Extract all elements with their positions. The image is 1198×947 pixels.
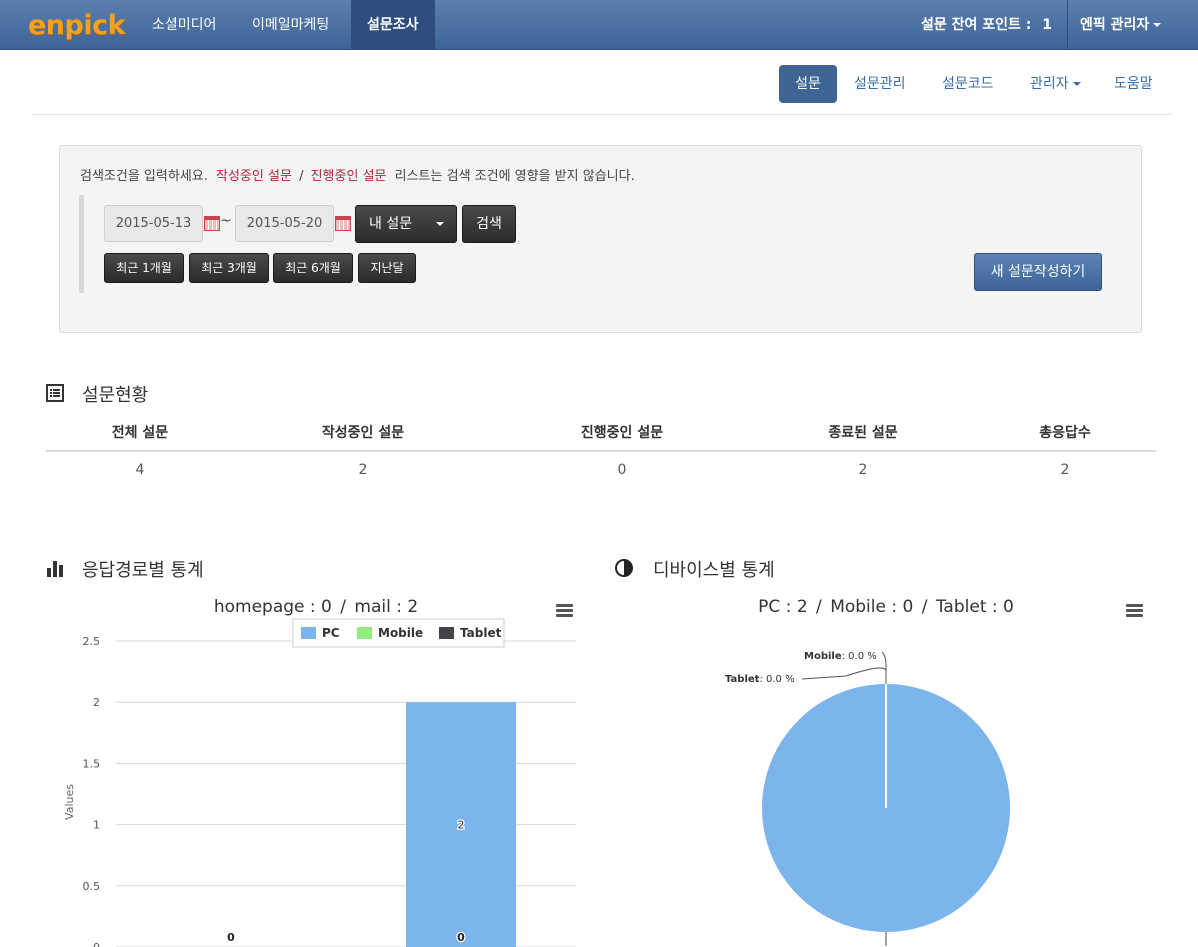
drafting-surveys-link: 작성중인 설문 xyxy=(216,169,292,184)
tablet-label-connector xyxy=(801,667,887,684)
new-survey-button[interactable]: 새 설문작성하기 xyxy=(974,253,1102,291)
search-block-bar xyxy=(79,195,84,293)
route-stats-title: 응답경로별 통계 xyxy=(82,560,204,581)
route-title-sep: / xyxy=(340,597,346,617)
chevron-down-icon xyxy=(436,222,444,226)
device-title-sep: / xyxy=(816,597,822,617)
pie-data-label-value: : 0.0 % xyxy=(842,651,877,662)
subnav-help[interactable]: 도움말 xyxy=(1098,65,1169,103)
legend-swatch-tablet xyxy=(439,627,454,639)
device-chart-title: PC : 2 / Mobile : 0 / Tablet : 0 xyxy=(660,597,1112,617)
subnav-admin-label: 관리자 xyxy=(1030,76,1069,92)
table-divider xyxy=(46,450,1156,452)
legend-label-pc: PC xyxy=(322,626,340,640)
header-total-responses: 총응답수 xyxy=(1039,425,1091,441)
y-tick-label: 0 xyxy=(93,941,100,947)
survey-points-readout: 설문 잔여 포인트 : 1 xyxy=(921,0,1052,50)
last-month-button[interactable]: 지난달 xyxy=(358,253,416,283)
subnav-survey-code[interactable]: 설문코드 xyxy=(926,65,1010,103)
last-3-months-button[interactable]: 최근 3개월 xyxy=(189,253,269,283)
date-range-tilde: ~ xyxy=(220,213,232,229)
route-title-homepage: homepage : 0 xyxy=(213,597,332,617)
user-name: 엔픽 관리자 xyxy=(1080,17,1150,33)
nav-social-media[interactable]: 소셜미디어 xyxy=(136,0,232,50)
value-closed-surveys: 2 xyxy=(858,462,868,478)
divider xyxy=(31,114,1171,115)
subnav-survey[interactable]: 설문 xyxy=(779,65,837,103)
hamburger-menu-icon[interactable] xyxy=(1126,604,1143,618)
calendar-icon[interactable] xyxy=(204,216,220,231)
search-note-suffix: 리스트는 검색 조건에 영향을 받지 않습니다. xyxy=(394,169,635,184)
search-note: 검색조건을 입력하세요. 작성중인 설문 / 진행중인 설문 리스트는 검색 조… xyxy=(80,165,635,184)
pie-data-label-name: Tablet xyxy=(725,674,760,685)
survey-filter-value: 내 설문 xyxy=(369,216,413,232)
ongoing-surveys-link: 진행중인 설문 xyxy=(310,169,387,184)
device-title-mobile: Mobile : 0 xyxy=(830,597,914,617)
bar-data-label: 2 xyxy=(458,819,465,832)
y-tick-label: 2.5 xyxy=(83,635,101,648)
chevron-down-icon xyxy=(1153,23,1162,27)
nav-divider xyxy=(1067,0,1068,50)
top-navbar: enpick 소셜미디어 이메일마케팅 설문조사 설문 잔여 포인트 : 1 엔… xyxy=(0,0,1198,50)
survey-status-title: 설문현황 xyxy=(82,385,149,406)
nav-email-marketing[interactable]: 이메일마케팅 xyxy=(236,0,345,50)
device-title-sep: / xyxy=(921,597,928,617)
enpick-logo[interactable]: enpick xyxy=(28,10,126,41)
last-6-months-button[interactable]: 최근 6개월 xyxy=(273,253,353,283)
pie-data-label-value: : 0.0 % xyxy=(759,674,794,685)
points-label: 설문 잔여 포인트 : xyxy=(920,17,1032,33)
search-note-prefix: 검색조건을 입력하세요. xyxy=(80,169,208,184)
bar-chart-icon xyxy=(47,561,63,577)
search-button[interactable]: 검색 xyxy=(462,205,516,243)
device-title-pc: PC : 2 xyxy=(758,597,808,617)
value-ongoing-surveys: 0 xyxy=(617,462,627,478)
survey-filter-select[interactable]: 내 설문 xyxy=(355,205,457,243)
value-total-responses: 2 xyxy=(1060,462,1070,478)
route-title-mail: mail : 2 xyxy=(354,597,419,617)
bar-data-label: 0 xyxy=(457,931,465,944)
device-pie-chart: Mobile: 0.0 %Tablet: 0.0 % xyxy=(725,651,1010,946)
legend-swatch-mobile xyxy=(357,627,372,639)
contrast-icon xyxy=(615,559,633,577)
chevron-down-icon xyxy=(1072,82,1081,86)
legend-label-mobile: Mobile xyxy=(378,626,423,640)
device-title-tablet: Tablet : 0 xyxy=(935,597,1014,617)
route-bar-chart: 2.5 2 1.5 1 0.5 0 Values 0 2 0 PC Mobile Tablet xyxy=(63,618,576,947)
route-chart-title: homepage : 0 / mail : 2 xyxy=(116,597,516,617)
date-from-input[interactable]: 2015-05-13 xyxy=(104,205,203,242)
pie-data-label-mobile: Mobile: 0.0 % xyxy=(804,651,877,662)
y-axis-label: Values xyxy=(63,784,76,820)
pie-data-label-name: Mobile xyxy=(804,651,842,662)
header-total-surveys: 전체 설문 xyxy=(111,425,169,441)
calendar-icon[interactable] xyxy=(335,216,351,231)
y-tick-label: 1.5 xyxy=(83,757,101,770)
value-total-surveys: 4 xyxy=(135,462,145,478)
device-stats-title: 디바이스별 통계 xyxy=(653,560,775,581)
header-drafting-surveys: 작성중인 설문 xyxy=(321,425,405,441)
user-menu[interactable]: 엔픽 관리자 xyxy=(1080,0,1162,50)
y-tick-label: 1 xyxy=(93,819,100,832)
legend-label-tablet: Tablet xyxy=(460,626,502,640)
header-ongoing-surveys: 진행중인 설문 xyxy=(580,425,664,441)
legend-swatch-pc xyxy=(301,627,316,639)
points-value: 1 xyxy=(1042,17,1052,33)
nav-survey[interactable]: 설문조사 xyxy=(351,0,435,50)
last-1-month-button[interactable]: 최근 1개월 xyxy=(104,253,184,283)
subnav-admin[interactable]: 관리자 xyxy=(1014,65,1097,103)
value-drafting-surveys: 2 xyxy=(358,462,368,478)
pie-data-label-tablet: Tablet: 0.0 % xyxy=(725,674,795,685)
bar-data-label: 0 xyxy=(227,931,235,944)
list-alt-icon xyxy=(46,384,64,402)
y-tick-label: 0.5 xyxy=(83,880,101,893)
y-tick-label: 2 xyxy=(93,696,100,709)
date-to-input[interactable]: 2015-05-20 xyxy=(235,205,334,242)
subnav-survey-management[interactable]: 설문관리 xyxy=(838,65,922,103)
search-note-separator: / xyxy=(299,169,304,184)
header-closed-surveys: 종료된 설문 xyxy=(828,425,898,441)
